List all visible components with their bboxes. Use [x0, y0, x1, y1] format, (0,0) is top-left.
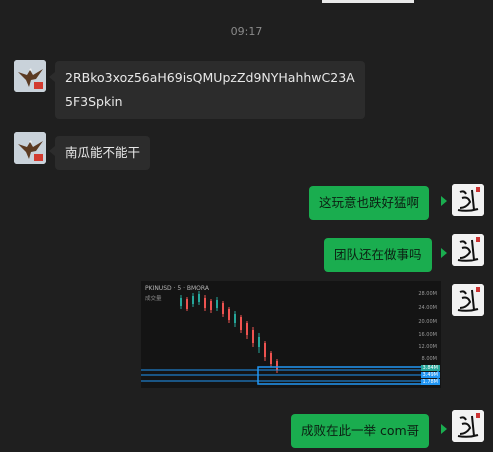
my-avatar[interactable] [452, 234, 484, 266]
message-bubble[interactable]: 团队还在做事吗 [324, 238, 432, 272]
my-avatar[interactable] [452, 184, 484, 216]
my-avatar[interactable] [452, 410, 484, 442]
message-bubble[interactable]: 成败在此一举 com哥 [291, 414, 430, 448]
message-bubble[interactable]: 南瓜能不能干 [55, 136, 151, 170]
eagle-avatar-icon [14, 132, 46, 164]
message-bubble[interactable]: 2RBko3xoz56aH69isQMUpzZd9NYHahhwC23A5F3S… [55, 61, 365, 119]
bubble-tail [441, 248, 447, 258]
sender-avatar[interactable] [14, 132, 46, 164]
calligraphy-avatar-icon [452, 284, 484, 316]
top-edge-bar [322, 0, 414, 3]
chat-timestamp: 09:17 [230, 25, 263, 38]
price-tag: 3.84M [420, 365, 440, 371]
calligraphy-avatar-icon [452, 410, 484, 442]
calligraphy-avatar-icon [452, 234, 484, 266]
chart-image-message[interactable]: PKINUSD · 5 · BMORA 成交量 28.00M 24.00M 20… [141, 281, 441, 388]
candlestick-graphic [141, 291, 439, 385]
bubble-tail [441, 424, 447, 434]
bubble-tail [441, 196, 447, 206]
price-tag: 1.78M [420, 379, 440, 385]
price-tag: 3.49M [420, 372, 440, 378]
calligraphy-avatar-icon [452, 184, 484, 216]
eagle-avatar-icon [14, 60, 46, 92]
sender-avatar[interactable] [14, 60, 46, 92]
my-avatar[interactable] [452, 284, 484, 316]
message-bubble[interactable]: 这玩意也跌好猛啊 [309, 186, 430, 220]
